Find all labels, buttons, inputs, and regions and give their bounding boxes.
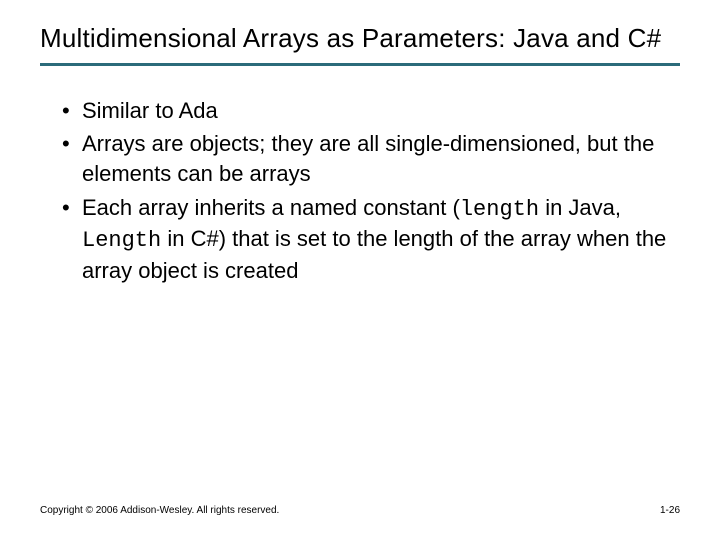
slide: Multidimensional Arrays as Parameters: J… bbox=[0, 0, 720, 540]
bullet-dot-icon: • bbox=[62, 193, 82, 286]
bullet-text: Arrays are objects; they are all single-… bbox=[82, 129, 680, 188]
code-text: length bbox=[460, 197, 539, 222]
bullet-text: Each array inherits a named constant (le… bbox=[82, 193, 680, 286]
slide-body: • Similar to Ada • Arrays are objects; t… bbox=[40, 96, 680, 286]
bullet-text: Similar to Ada bbox=[82, 96, 680, 126]
slide-title: Multidimensional Arrays as Parameters: J… bbox=[40, 22, 680, 66]
code-text: Length bbox=[82, 228, 161, 253]
bullet-item: • Each array inherits a named constant (… bbox=[62, 193, 680, 286]
bullet-dot-icon: • bbox=[62, 96, 82, 126]
bullet-text-part: in Java, bbox=[539, 195, 621, 220]
bullet-item: • Arrays are objects; they are all singl… bbox=[62, 129, 680, 188]
bullet-text-part: in C#) that is set to the length of the … bbox=[82, 226, 666, 283]
bullet-text-part: Each array inherits a named constant ( bbox=[82, 195, 460, 220]
copyright-text: Copyright © 2006 Addison-Wesley. All rig… bbox=[40, 505, 279, 516]
bullet-dot-icon: • bbox=[62, 129, 82, 188]
slide-footer: Copyright © 2006 Addison-Wesley. All rig… bbox=[40, 505, 680, 516]
bullet-item: • Similar to Ada bbox=[62, 96, 680, 126]
page-number: 1-26 bbox=[660, 505, 680, 516]
